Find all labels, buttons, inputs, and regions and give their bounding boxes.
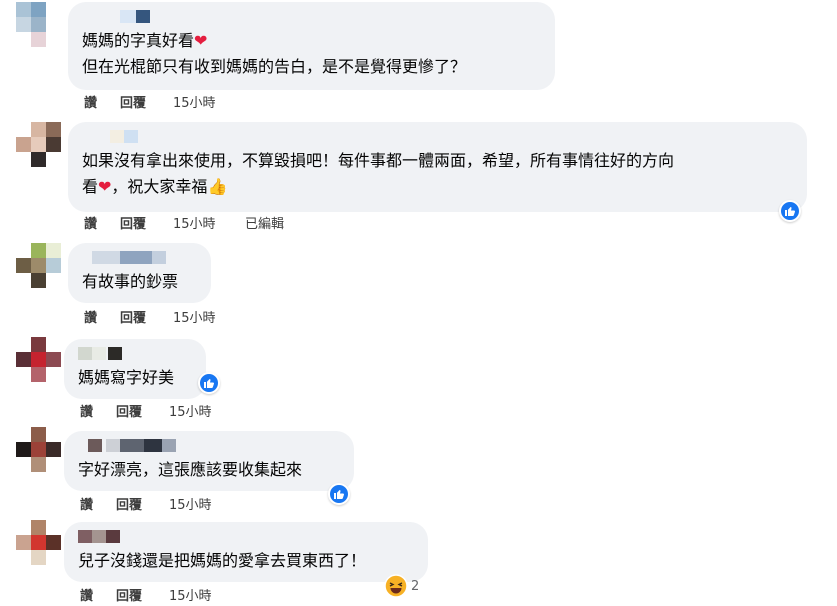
avatar[interactable] [16, 337, 61, 382]
avatar[interactable] [16, 520, 61, 565]
comment-bubble: 有故事的鈔票 [68, 243, 211, 303]
comment-text: 字好漂亮，這張應該要收集起來 [78, 460, 303, 479]
author-name[interactable] [82, 10, 541, 24]
reply-button[interactable]: 回覆 [116, 497, 142, 515]
timestamp[interactable]: 15小時 [169, 497, 212, 515]
reply-button[interactable]: 回覆 [116, 588, 142, 606]
like-button[interactable]: 讚 [80, 404, 93, 422]
author-name[interactable] [82, 130, 793, 144]
comment-bubble: 兒子沒錢還是把媽媽的愛拿去買東西了！ [64, 522, 428, 582]
comment-bubble: 媽媽的字真好看❤ 但在光棍節只有收到媽媽的告白，是不是覺得更慘了？ [68, 2, 555, 90]
like-button[interactable]: 讚 [84, 216, 97, 234]
like-reaction-badge[interactable] [328, 483, 350, 505]
timestamp[interactable]: 15小時 [173, 216, 216, 234]
comment-bubble: 字好漂亮，這張應該要收集起來 [64, 431, 354, 491]
laughing-emoji-icon[interactable] [384, 574, 408, 598]
thumbs-up-icon [785, 207, 795, 216]
avatar[interactable] [16, 122, 61, 167]
like-button[interactable]: 讚 [84, 95, 97, 113]
thumbs-up-emoji-icon: 👍 [207, 177, 228, 196]
author-name[interactable] [82, 251, 197, 265]
reply-button[interactable]: 回覆 [116, 404, 142, 422]
avatar[interactable] [16, 427, 61, 472]
author-name[interactable] [78, 347, 192, 361]
edited-label[interactable]: 已編輯 [245, 216, 284, 234]
comment-text: 媽媽的字真好看❤ 但在光棍節只有收到媽媽的告白，是不是覺得更慘了？ [82, 31, 467, 76]
reply-button[interactable]: 回覆 [120, 216, 146, 234]
comment-text: 如果沒有拿出來使用，不算毀損吧！每件事都一體兩面，希望，所有事情往好的方向 看❤… [82, 148, 793, 200]
timestamp[interactable]: 15小時 [173, 95, 216, 113]
reply-button[interactable]: 回覆 [120, 95, 146, 113]
like-reaction-badge[interactable] [198, 372, 220, 394]
reaction-count[interactable]: 2 [411, 579, 419, 594]
like-button[interactable]: 讚 [84, 310, 97, 328]
thumbs-up-icon [334, 490, 344, 499]
heart-emoji-icon: ❤ [194, 31, 208, 50]
comment-text: 兒子沒錢還是把媽媽的愛拿去買東西了！ [78, 551, 367, 570]
comment-text: 媽媽寫字好美 [78, 368, 175, 387]
like-reaction-badge[interactable] [779, 200, 801, 222]
like-button[interactable]: 讚 [80, 497, 93, 515]
heart-emoji-icon: ❤ [98, 177, 112, 196]
timestamp[interactable]: 15小時 [169, 588, 212, 606]
like-button[interactable]: 讚 [80, 588, 93, 606]
avatar[interactable] [16, 243, 61, 288]
author-name[interactable] [78, 439, 340, 453]
avatar[interactable] [16, 2, 60, 47]
comment-bubble: 如果沒有拿出來使用，不算毀損吧！每件事都一體兩面，希望，所有事情往好的方向 看❤… [68, 122, 807, 212]
timestamp[interactable]: 15小時 [173, 310, 216, 328]
thumbs-up-icon [204, 379, 214, 388]
timestamp[interactable]: 15小時 [169, 404, 212, 422]
reply-button[interactable]: 回覆 [120, 310, 146, 328]
comment-bubble: 媽媽寫字好美 [64, 339, 206, 399]
comment-text: 有故事的鈔票 [82, 272, 179, 291]
author-name[interactable] [78, 530, 414, 544]
